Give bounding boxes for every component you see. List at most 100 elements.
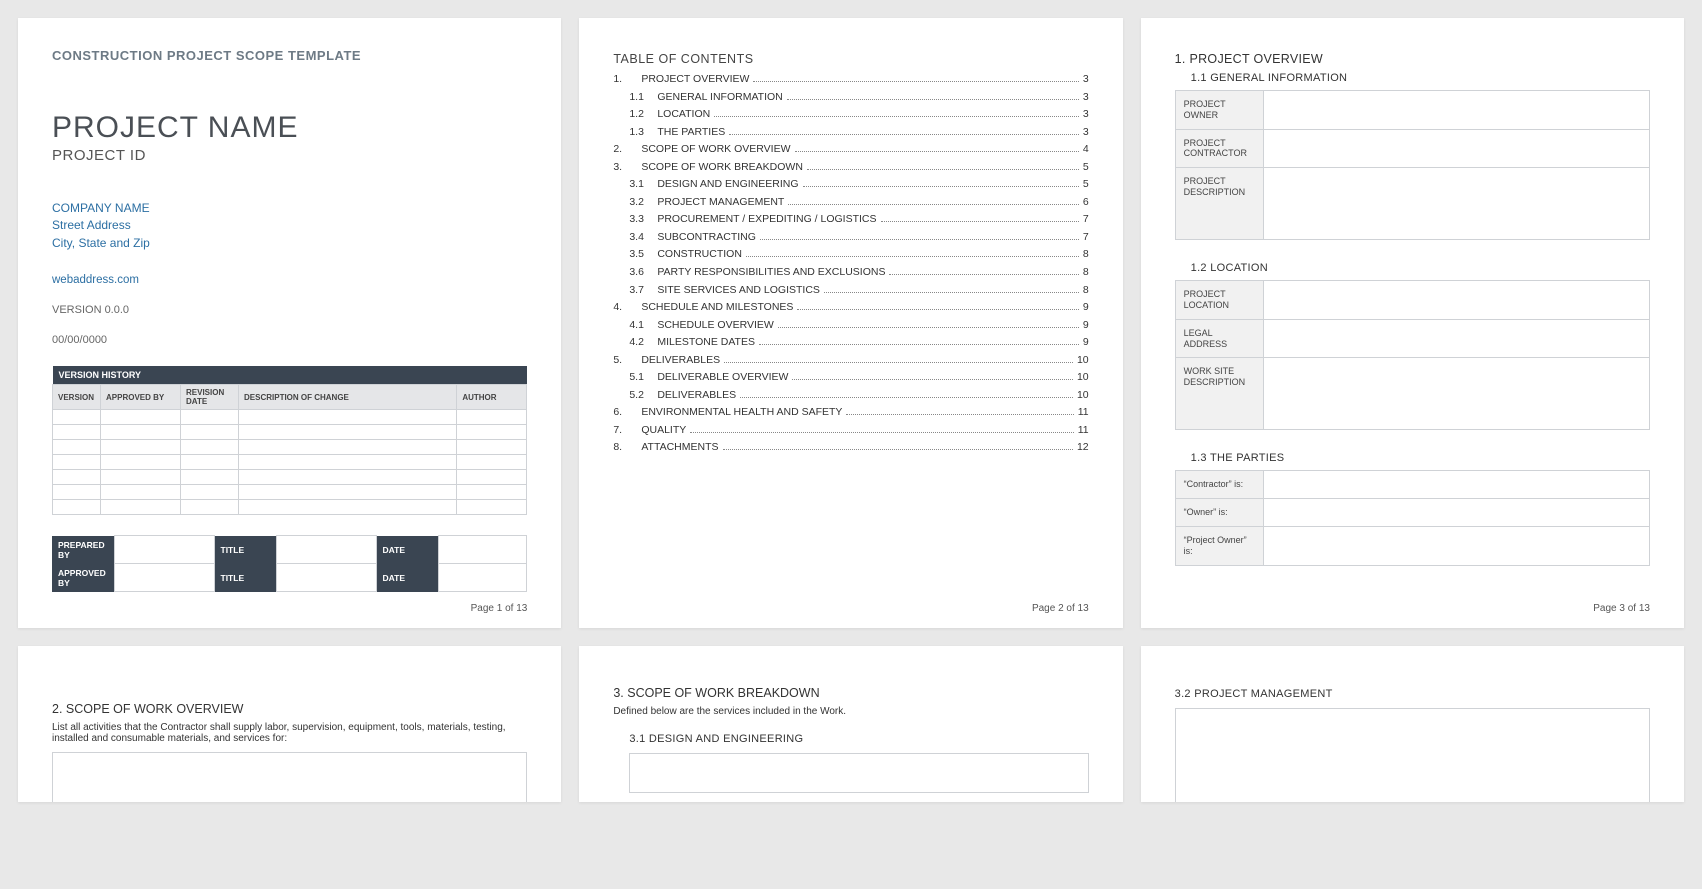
toc-label: PARTY RESPONSIBILITIES AND EXCLUSIONS	[657, 267, 885, 279]
toc-number: 7.	[613, 425, 641, 437]
section-1-2-heading: 1.2 LOCATION	[1191, 262, 1650, 274]
project-management-box	[1175, 708, 1650, 802]
toc-page: 5	[1083, 179, 1089, 191]
toc-leader	[846, 414, 1073, 415]
label-project-location: PROJECT LOCATION	[1175, 281, 1263, 320]
toc-leader	[803, 186, 1079, 187]
toc-page: 8	[1083, 249, 1089, 261]
col-author: AUTHOR	[457, 385, 527, 410]
scope-overview-box	[52, 752, 527, 802]
label-title: TITLE	[214, 536, 276, 564]
section-1-1-heading: 1.1 GENERAL INFORMATION	[1191, 72, 1650, 84]
toc-label: ENVIRONMENTAL HEALTH AND SAFETY	[641, 407, 842, 419]
col-desc: DESCRIPTION OF CHANGE	[239, 385, 457, 410]
location-table: PROJECT LOCATION LEGAL ADDRESS WORK SITE…	[1175, 280, 1650, 430]
toc-number: 2.	[613, 144, 641, 156]
toc-number: 1.3	[629, 127, 657, 139]
toc-page: 9	[1083, 320, 1089, 332]
toc-label: SITE SERVICES AND LOGISTICS	[657, 285, 820, 297]
toc-page: 5	[1083, 162, 1089, 174]
toc-number: 6.	[613, 407, 641, 419]
toc-number: 4.2	[629, 337, 657, 349]
toc-item: 1.3THE PARTIES3	[613, 127, 1088, 139]
label-legal-address: LEGAL ADDRESS	[1175, 319, 1263, 358]
table-row	[53, 500, 527, 515]
toc-number: 1.2	[629, 109, 657, 121]
label-project-owner: PROJECT OWNER	[1175, 91, 1263, 130]
toc-item: 1.PROJECT OVERVIEW 3	[613, 74, 1088, 86]
parties-table: “Contractor” is: “Owner” is: “Project Ow…	[1175, 470, 1650, 565]
toc-label: SUBCONTRACTING	[657, 232, 756, 244]
toc-label: DELIVERABLES	[657, 390, 736, 402]
toc-item: 3.4SUBCONTRACTING7	[613, 232, 1088, 244]
doc-date: 00/00/0000	[52, 334, 527, 346]
toc-item: 5.DELIVERABLES10	[613, 355, 1088, 367]
toc-label: PROJECT OVERVIEW	[641, 74, 749, 86]
toc-number: 1.1	[629, 92, 657, 104]
company-block: COMPANY NAME Street Address City, State …	[52, 200, 527, 252]
project-name: PROJECT NAME	[52, 111, 527, 145]
toc-number: 5.2	[629, 390, 657, 402]
toc-item: 1.1GENERAL INFORMATION3	[613, 92, 1088, 104]
toc-leader	[807, 169, 1079, 170]
label-owner-is: “Owner” is:	[1175, 499, 1263, 527]
label-contractor-is: “Contractor” is:	[1175, 471, 1263, 499]
toc-page: 12	[1077, 442, 1089, 454]
toc-label: CONSTRUCTION	[657, 249, 742, 261]
toc-leader	[795, 151, 1079, 152]
toc-leader	[740, 397, 1073, 398]
toc-label: QUALITY	[641, 425, 686, 437]
toc-number: 8.	[613, 442, 641, 454]
toc-leader	[753, 81, 1078, 82]
toc-leader	[729, 134, 1079, 135]
toc-page: 6	[1083, 197, 1089, 209]
toc-leader	[797, 309, 1078, 310]
toc-number: 3.6	[629, 267, 657, 279]
toc-number: 3.3	[629, 214, 657, 226]
toc-page: 3	[1083, 109, 1089, 121]
toc-number: 4.1	[629, 320, 657, 332]
toc-item: 3.6PARTY RESPONSIBILITIES AND EXCLUSIONS…	[613, 267, 1088, 279]
toc-number: 5.	[613, 355, 641, 367]
toc-number: 1.	[613, 74, 641, 86]
toc-leader	[889, 274, 1078, 275]
toc-page: 8	[1083, 285, 1089, 297]
toc-label: LOCATION	[657, 109, 710, 121]
section-1-heading: 1. PROJECT OVERVIEW	[1175, 52, 1650, 66]
toc-item: 4.SCHEDULE AND MILESTONES9	[613, 302, 1088, 314]
toc-number: 4.	[613, 302, 641, 314]
toc-page: 3	[1083, 74, 1089, 86]
label-date: DATE	[376, 564, 438, 592]
toc-item: 2.SCOPE OF WORK OVERVIEW4	[613, 144, 1088, 156]
page-footer: Page 2 of 13	[1032, 603, 1089, 614]
toc-leader	[723, 449, 1073, 450]
toc-page: 3	[1083, 92, 1089, 104]
design-engineering-box	[629, 753, 1088, 793]
table-row	[53, 410, 527, 425]
label-project-owner-is: “Project Owner” is:	[1175, 526, 1263, 565]
toc-number: 3.2	[629, 197, 657, 209]
toc-item: 3.1DESIGN AND ENGINEERING5	[613, 179, 1088, 191]
page-footer: Page 1 of 13	[471, 603, 528, 614]
toc-title: TABLE OF CONTENTS	[613, 52, 1088, 66]
toc-number: 3.7	[629, 285, 657, 297]
section-2-desc: List all activities that the Contractor …	[52, 722, 527, 744]
company-web: webaddress.com	[52, 274, 527, 286]
company-city: City, State and Zip	[52, 235, 527, 252]
toc-leader	[787, 99, 1079, 100]
toc-item: 1.2LOCATION 3	[613, 109, 1088, 121]
toc-leader	[778, 327, 1079, 328]
section-2-heading: 2. SCOPE OF WORK OVERVIEW	[52, 702, 527, 716]
document-title: CONSTRUCTION PROJECT SCOPE TEMPLATE	[52, 48, 527, 63]
toc-page: 7	[1083, 214, 1089, 226]
table-row	[53, 455, 527, 470]
toc-page: 8	[1083, 267, 1089, 279]
toc-leader	[724, 362, 1073, 363]
toc-label: DELIVERABLE OVERVIEW	[657, 372, 788, 384]
doc-version: VERSION 0.0.0	[52, 304, 527, 316]
signoff-table: PREPARED BY TITLE DATE APPROVED BY TITLE…	[52, 535, 527, 592]
toc-leader	[881, 221, 1079, 222]
section-3-1-heading: 3.1 DESIGN AND ENGINEERING	[629, 733, 1088, 745]
toc-number: 5.1	[629, 372, 657, 384]
toc-page: 4	[1083, 144, 1089, 156]
